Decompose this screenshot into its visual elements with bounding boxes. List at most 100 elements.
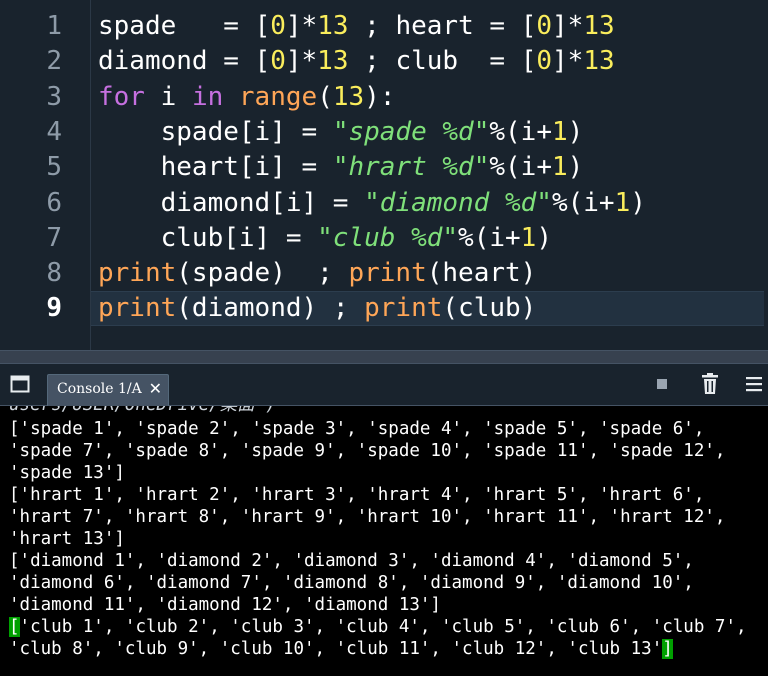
code-token: "diamond %d" <box>364 187 552 218</box>
console-output[interactable]: users/USER/OneDrive/桌面') ['spade 1', 'sp… <box>0 406 768 676</box>
code-text[interactable]: club[i] = "club %d"%(i+1) <box>98 221 764 256</box>
editor-line[interactable]: 3 for i in range(13): <box>0 80 768 115</box>
code-token: print <box>98 293 177 324</box>
code-token: i <box>144 81 192 112</box>
code-text[interactable]: diamond = [0]*13 ; club = [0]*13 <box>98 44 764 79</box>
console-line: 'hrart 13'] <box>9 529 125 549</box>
line-number: 8 <box>46 258 62 289</box>
code-text[interactable]: spade = [0]*13 ; heart = [0]*13 <box>98 9 764 44</box>
code-token: ]* <box>552 11 584 41</box>
code-token: club <box>395 46 459 77</box>
code-token: for <box>98 81 145 112</box>
code-token: print <box>364 293 443 324</box>
line-number: 5 <box>46 152 62 183</box>
code-token: %(i+ <box>489 152 552 183</box>
code-token: print <box>348 258 427 289</box>
code-token: 13 <box>317 46 349 77</box>
code-text[interactable]: print(spade) ; print(heart) <box>98 256 764 291</box>
code-token: range <box>238 81 318 112</box>
console-text-span: 'club 1', 'club 2', 'club 3', 'club 4', … <box>19 617 747 637</box>
code-token: ]* <box>552 46 584 77</box>
pane-splitter[interactable] <box>0 350 768 364</box>
code-token: "club %d" <box>317 222 459 253</box>
matched-bracket-close: ] <box>662 639 673 659</box>
editor-line[interactable]: 1 spade = [0]*13 ; heart = [0]*13 <box>0 9 768 44</box>
code-token: club[i] = <box>98 222 318 253</box>
code-token: [ <box>520 46 537 77</box>
code-token: %(i+ <box>489 116 552 147</box>
editor-line[interactable]: 9 print(diamond) ; print(club) <box>0 291 768 327</box>
code-token: ]* <box>285 46 318 77</box>
console-tabbar: Console 1/A ✕ <box>0 364 768 406</box>
close-icon[interactable]: ✕ <box>149 379 162 398</box>
code-token: = <box>207 46 255 77</box>
code-token: (spade) ; <box>176 258 349 289</box>
code-token: spade[i] = <box>98 116 333 147</box>
code-token: ; <box>348 46 396 77</box>
code-text[interactable]: for i in range(13): <box>98 80 764 115</box>
hamburger-menu-icon[interactable] <box>746 376 762 392</box>
trash-icon[interactable] <box>701 373 719 395</box>
code-token: 1 <box>614 187 631 218</box>
line-number: 6 <box>46 187 62 218</box>
code-text[interactable]: heart[i] = "hrart %d"%(i+1) <box>98 150 764 185</box>
code-token: spade <box>98 11 177 41</box>
code-token: ) <box>630 187 646 218</box>
code-token: (diamond) ; <box>176 293 365 324</box>
line-number: 9 <box>46 293 62 324</box>
code-token: ( <box>317 81 333 112</box>
code-text[interactable]: diamond[i] = "diamond %d"%(i+1) <box>98 186 764 221</box>
line-number: 1 <box>46 11 62 41</box>
tab-console-1a[interactable]: Console 1/A ✕ <box>47 374 169 406</box>
editor-line[interactable]: 2 diamond = [0]*13 ; club = [0]*13 <box>0 44 768 79</box>
code-token: [ <box>254 11 271 41</box>
code-token: ; <box>348 11 396 41</box>
window-icon[interactable] <box>10 375 30 393</box>
code-token: ) <box>567 116 584 147</box>
code-token: [ <box>254 46 271 77</box>
editor-line[interactable]: 4 spade[i] = "spade %d"%(i+1) <box>0 115 768 150</box>
stop-icon[interactable] <box>657 379 667 389</box>
tab-label: Console 1/A <box>57 381 142 397</box>
code-token: 13 <box>583 11 615 41</box>
code-token: ): <box>364 81 396 112</box>
console-line: 'diamond 6', 'diamond 7', 'diamond 8', '… <box>9 573 694 593</box>
code-token: 13 <box>332 81 365 112</box>
code-token: = <box>473 11 521 41</box>
code-token: %(i+ <box>551 187 615 218</box>
code-token: = <box>458 46 521 77</box>
code-token: 1 <box>520 222 537 253</box>
editor-line[interactable]: 8 print(spade) ; print(heart) <box>0 256 768 291</box>
code-token: ) <box>567 152 584 183</box>
console-line: ['diamond 1', 'diamond 2', 'diamond 3', … <box>9 551 694 571</box>
code-token: 1 <box>551 152 568 183</box>
code-token: heart[i] = <box>98 152 333 183</box>
matched-bracket-open: [ <box>9 617 20 637</box>
console-line: 'spade 13'] <box>9 463 125 483</box>
console-cut-line: users/USER/OneDrive/桌面') <box>9 406 276 416</box>
code-token: print <box>98 258 177 289</box>
code-token: (club) <box>442 293 537 324</box>
code-token: "spade %d" <box>332 116 490 147</box>
console-line: 'club 8', 'club 9', 'club 10', 'club 11'… <box>9 638 673 660</box>
console-line: 'spade 7', 'spade 8', 'spade 9', 'spade … <box>9 441 726 461</box>
console-pane: Console 1/A ✕ users/USER/OneDrive/桌面') [… <box>0 364 768 676</box>
line-number: 3 <box>46 81 62 112</box>
code-editor[interactable]: 1 spade = [0]*13 ; heart = [0]*13 2 diamond… <box>0 0 768 350</box>
editor-line[interactable]: 5 heart[i] = "hrart %d"%(i+1) <box>0 150 768 185</box>
code-token: 1 <box>551 116 568 147</box>
console-line: ['club 1', 'club 2', 'club 3', 'club 4',… <box>9 616 747 638</box>
code-token: %(i+ <box>458 222 521 253</box>
code-token: ]* <box>285 11 318 41</box>
code-token: 0 <box>536 11 553 41</box>
code-text[interactable]: print(diamond) ; print(club) <box>98 291 764 326</box>
code-text[interactable]: spade[i] = "spade %d"%(i+1) <box>98 115 764 150</box>
code-token: 0 <box>536 46 553 77</box>
code-token: diamond[i] = <box>98 187 365 218</box>
line-number: 4 <box>46 116 62 147</box>
console-line: 'diamond 11', 'diamond 12', 'diamond 13'… <box>9 595 441 615</box>
line-number: 2 <box>46 46 62 77</box>
editor-line[interactable]: 6 diamond[i] = "diamond %d"%(i+1) <box>0 186 768 221</box>
editor-line[interactable]: 7 club[i] = "club %d"%(i+1) <box>0 221 768 256</box>
